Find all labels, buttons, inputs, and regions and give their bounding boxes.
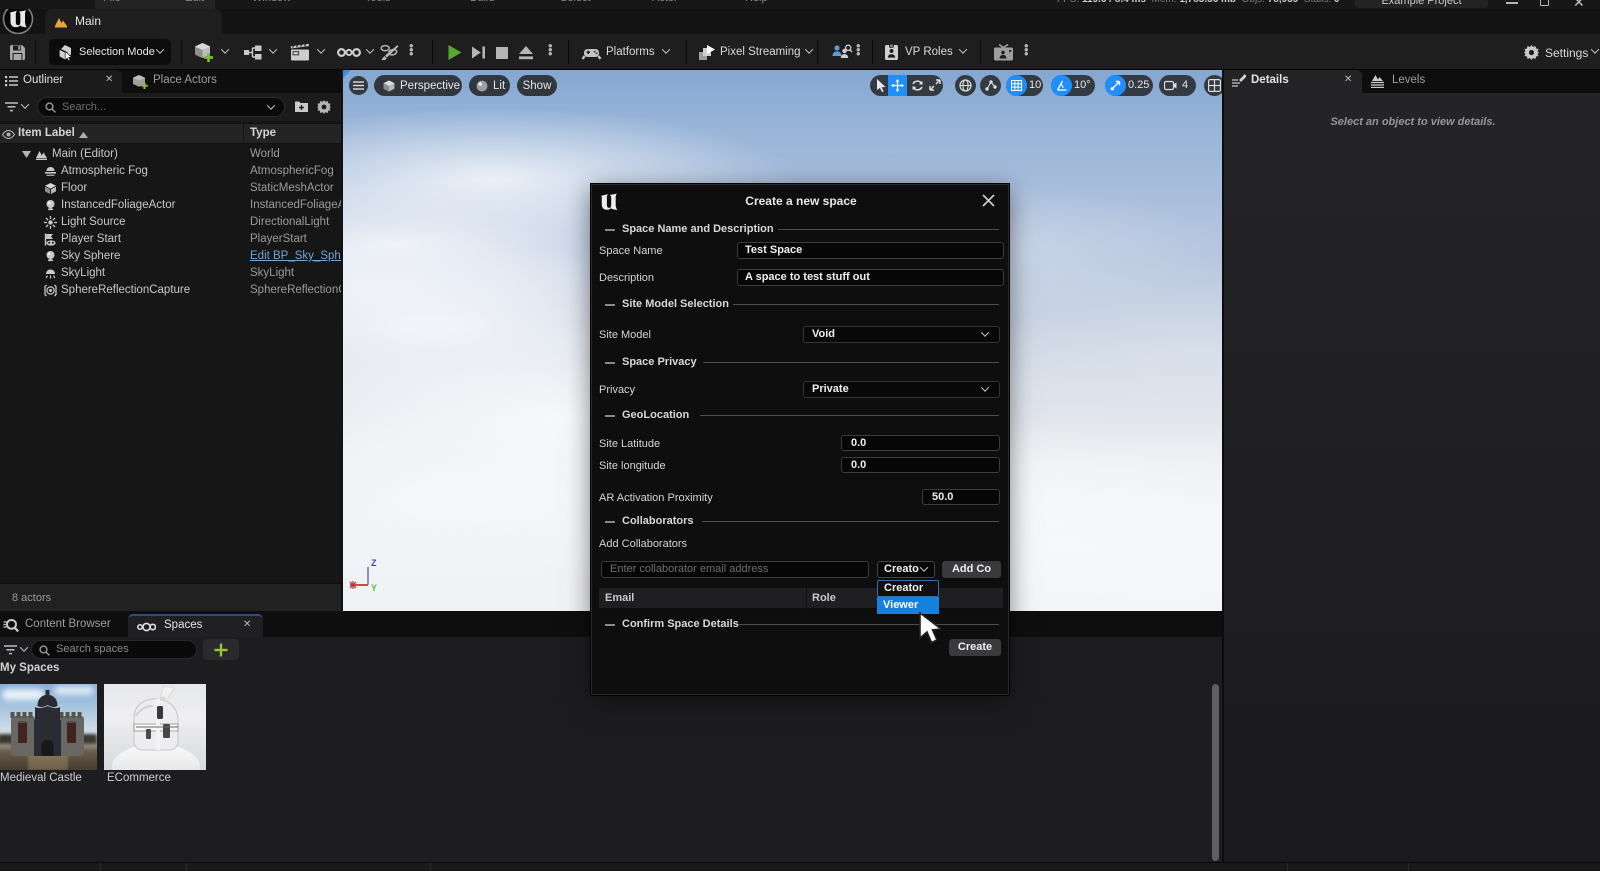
svg-text:Y: Y — [371, 583, 377, 593]
svg-text:Z: Z — [371, 558, 377, 568]
